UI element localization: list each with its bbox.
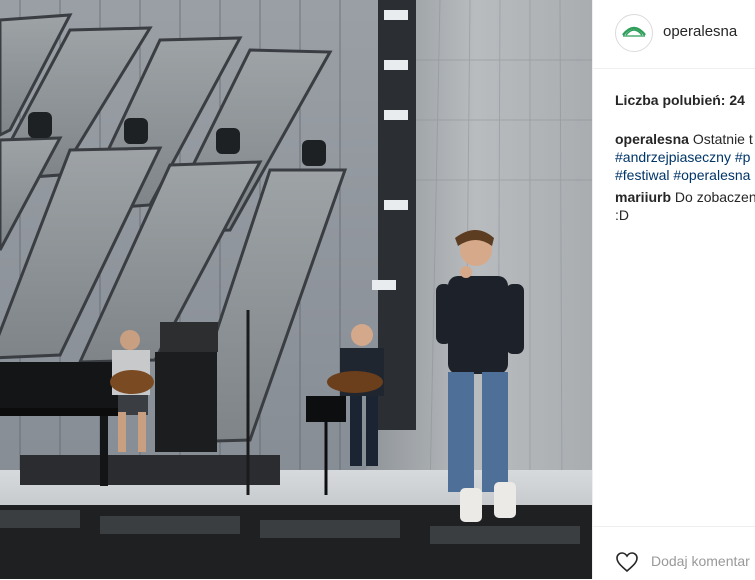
- post-photo[interactable]: [0, 0, 592, 579]
- comments-section: operalesna Ostatnie t #andrzejpiaseczny …: [615, 130, 755, 224]
- add-comment-input[interactable]: Dodaj komentar: [651, 553, 750, 569]
- caption-line-3: #festiwal #operalesna: [615, 166, 755, 184]
- hashtag-link[interactable]: #festiwal: [615, 167, 669, 183]
- post-username-link[interactable]: operalesna: [663, 23, 737, 40]
- comment-line-1: mariiurb Do zobaczen: [615, 188, 755, 206]
- caption-line-2: #andrzejpiaseczny #p: [615, 148, 755, 166]
- hashtag-link[interactable]: #p: [735, 149, 751, 165]
- caption-line-1: operalesna Ostatnie t: [615, 130, 755, 148]
- hashtag-link[interactable]: #operalesna: [673, 167, 750, 183]
- likes-count[interactable]: Liczba polubień: 24: [615, 92, 745, 108]
- heart-outline-icon[interactable]: [615, 551, 639, 573]
- comment-text: Do zobaczen: [674, 189, 755, 205]
- caption-username-link[interactable]: operalesna: [615, 131, 689, 147]
- avatar[interactable]: [615, 14, 653, 52]
- post-header: operalesna: [593, 0, 755, 69]
- hashtag-link[interactable]: #andrzejpiaseczny: [615, 149, 731, 165]
- caption-text: Ostatnie t: [692, 131, 753, 147]
- operalesna-logo-icon: [622, 26, 646, 37]
- post-footer: Dodaj komentar: [593, 526, 755, 580]
- comment-line-2: :D: [615, 206, 755, 224]
- stage-rehearsal-image: [0, 0, 592, 579]
- comment-text-end: :D: [615, 207, 629, 223]
- comment-username-link[interactable]: mariiurb: [615, 189, 671, 205]
- post-sidebar: operalesna Liczba polubień: 24 operalesn…: [592, 0, 755, 579]
